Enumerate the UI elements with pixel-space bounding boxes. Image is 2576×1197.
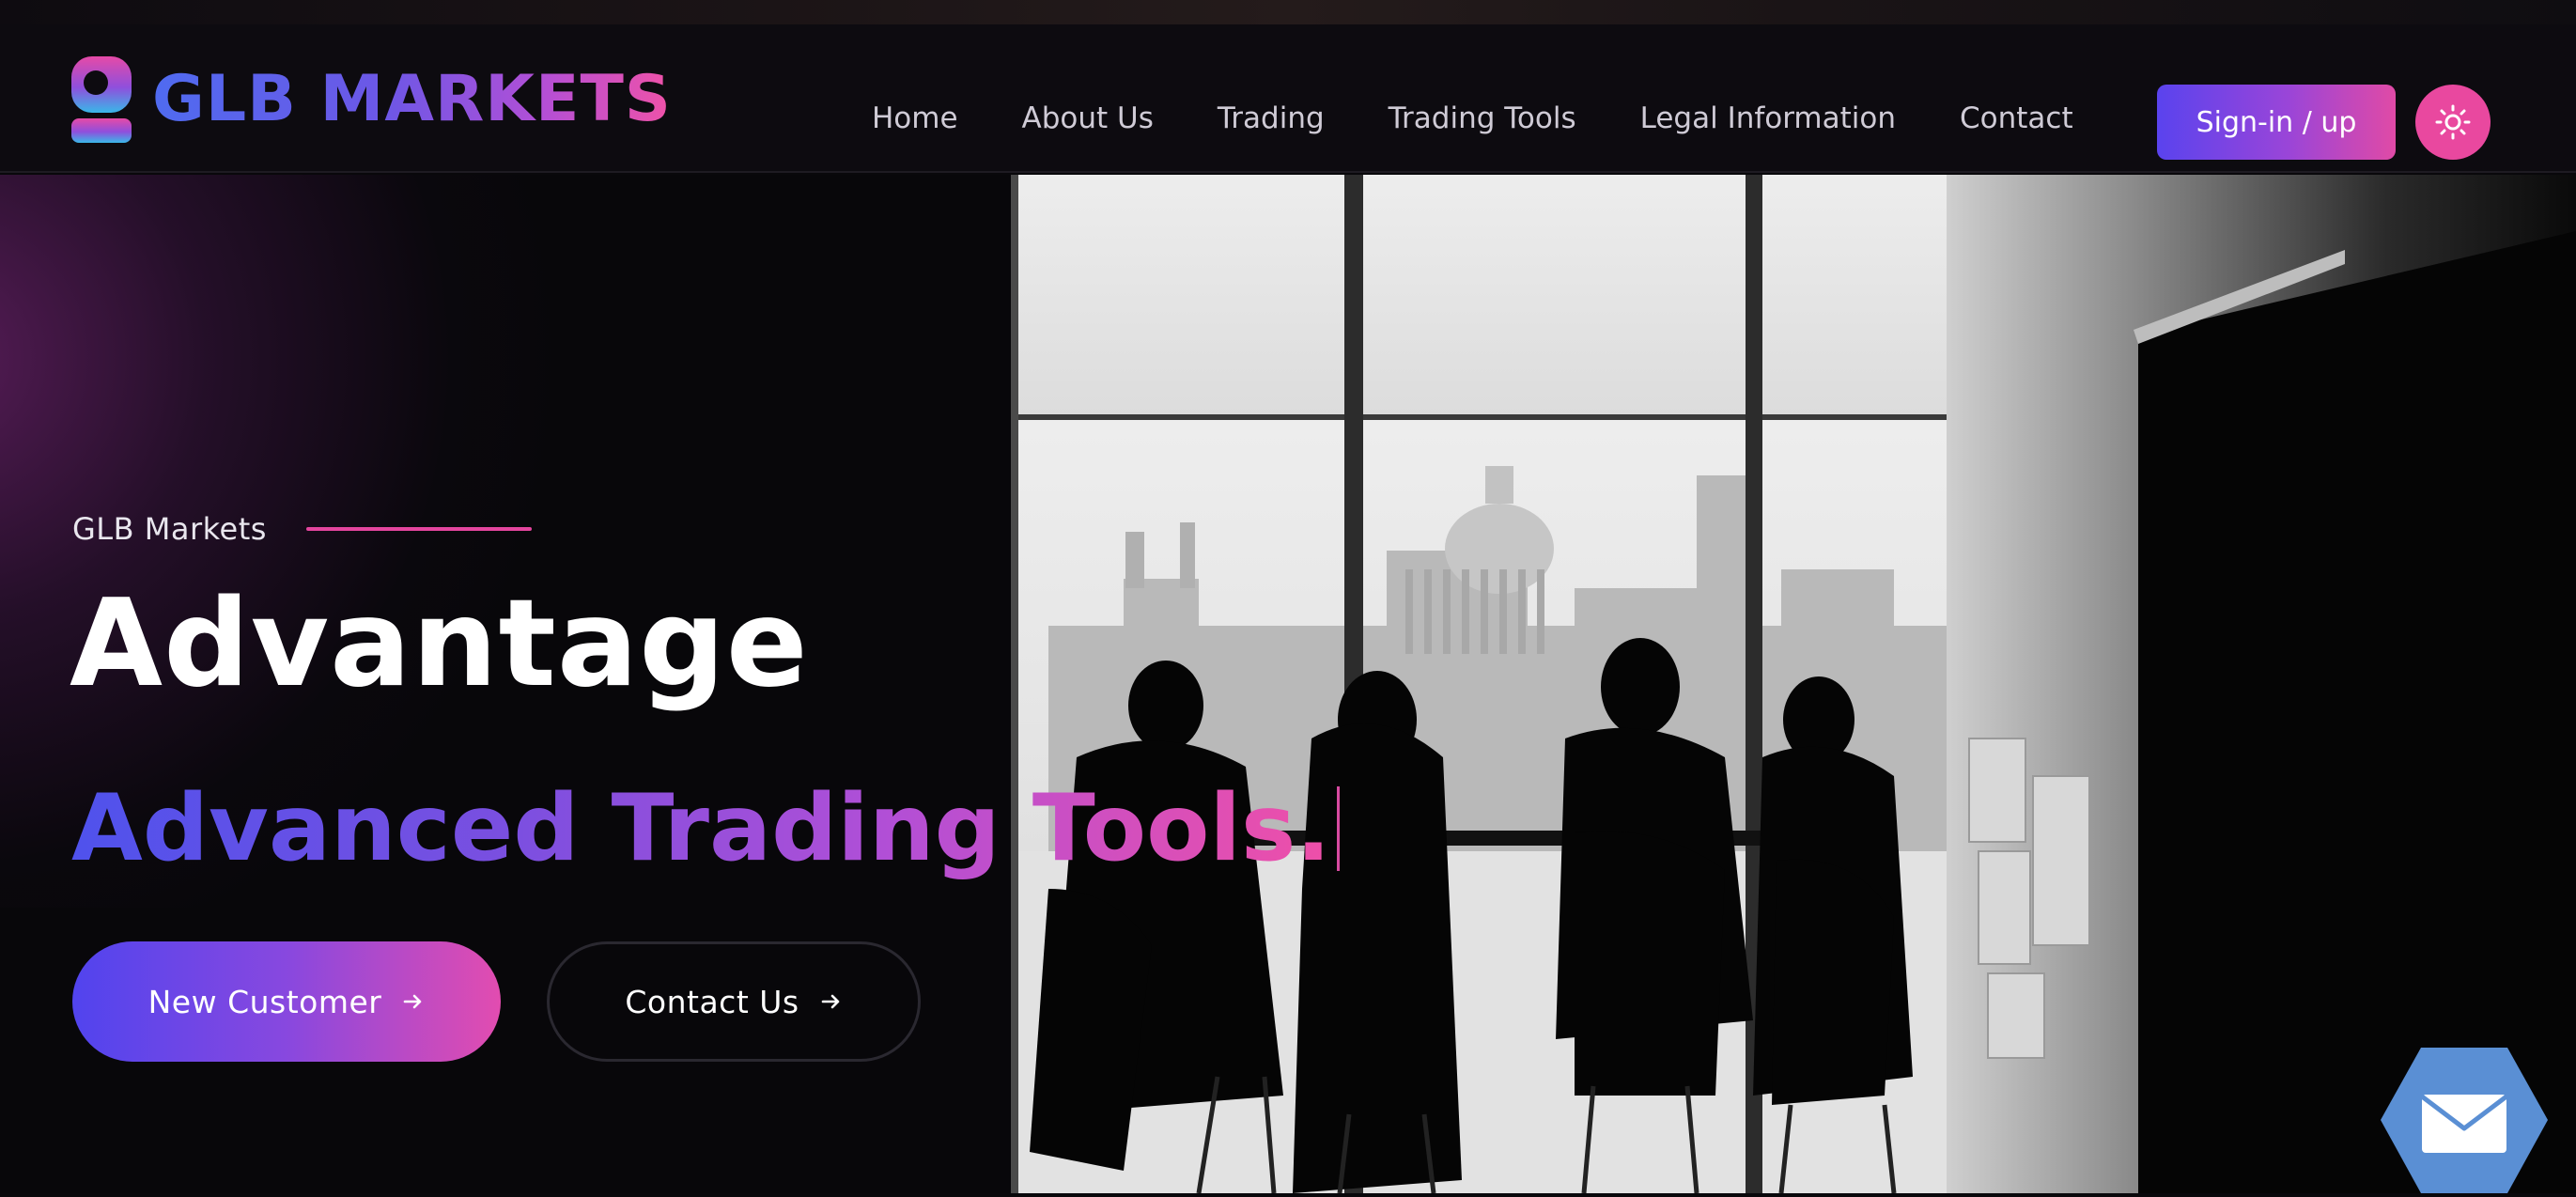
mail-icon [2381, 1048, 2548, 1193]
nav-item-home[interactable]: Home [872, 101, 958, 135]
arrow-right-icon [402, 990, 425, 1013]
glb-logo-mark-icon [71, 56, 132, 143]
new-customer-button[interactable]: New Customer [72, 941, 501, 1062]
site-logo[interactable]: GLB MARKETS [71, 56, 672, 143]
theme-toggle-button[interactable] [2415, 85, 2491, 160]
contact-us-button[interactable]: Contact Us [547, 941, 921, 1062]
hero-subtitle: Advanced Trading Tools. [71, 776, 1340, 882]
nav-item-about-us[interactable]: About Us [1022, 101, 1154, 135]
nav-item-legal-information[interactable]: Legal Information [1640, 101, 1896, 135]
sun-icon [2435, 104, 2471, 140]
browser-top-strip [0, 0, 2576, 24]
hero-title: Advantage [70, 574, 809, 714]
nav-item-contact[interactable]: Contact [1960, 101, 2073, 135]
main-nav: Home About Us Trading Trading Tools Lega… [872, 101, 2073, 135]
contact-us-label: Contact Us [625, 983, 799, 1020]
hero-eyebrow: GLB Markets [72, 511, 532, 547]
hero-subtitle-text: Advanced Trading Tools. [71, 775, 1331, 882]
hero-eyebrow-text: GLB Markets [72, 511, 267, 547]
arrow-right-icon [820, 990, 843, 1013]
mail-contact-button[interactable] [2379, 1046, 2550, 1193]
typing-caret [1336, 786, 1340, 872]
signin-signup-button[interactable]: Sign-in / up [2157, 85, 2396, 160]
nav-item-trading-tools[interactable]: Trading Tools [1389, 101, 1576, 135]
hero-section: GLB Markets Advantage Advanced Trading T… [0, 175, 2576, 1193]
team-meeting-photo-image [1011, 175, 2576, 1193]
eyebrow-accent-line [305, 527, 532, 531]
hero-photo [1011, 175, 2576, 1193]
logo-wordmark: GLB MARKETS [152, 62, 672, 136]
nav-item-trading[interactable]: Trading [1218, 101, 1325, 135]
new-customer-label: New Customer [147, 983, 382, 1020]
site-header: GLB MARKETS Home About Us Trading Tradin… [0, 24, 2576, 173]
